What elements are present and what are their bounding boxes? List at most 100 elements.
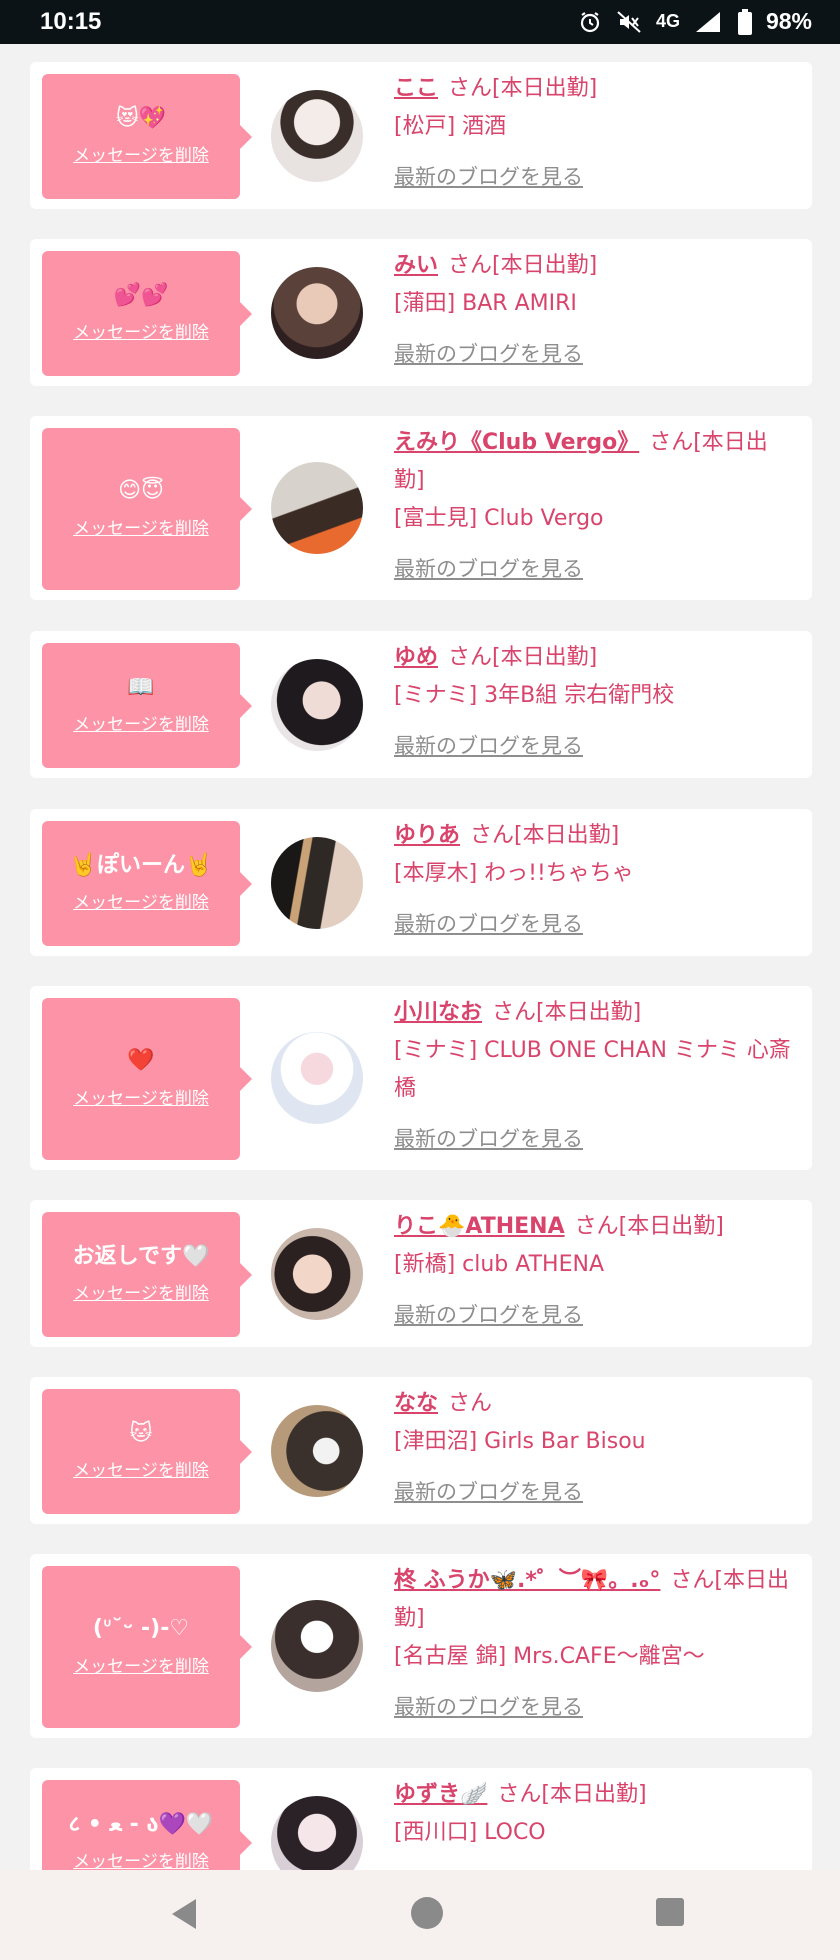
delete-message-link[interactable]: メッセージを削除 [73,710,209,735]
network-type: 4G [655,11,680,31]
message-card: 💕💕 メッセージを削除 みい さん[本日出勤] [蒲田] BAR AMIRI 最新… [30,239,812,386]
message-card: 🐱 メッセージを削除 なな さん [津田沼] Girls Bar Bisou 最新… [30,1377,812,1524]
navigation-bar [0,1870,840,1960]
message-bubble: (ᐡ˘ᵕ -)-♡ メッセージを削除 [42,1566,252,1728]
card-info: 柊 ふうか🦋.*゜︶🎀。.ₒ° さん[本日出勤] [名古屋 錦] Mrs.CAFE… [394,1562,794,1726]
cast-name-link[interactable]: りこ🐣ATHENA [394,1214,565,1239]
avatar[interactable] [271,837,363,929]
message-text: (ᐡ˘ᵕ -)-♡ [92,1616,190,1642]
status-bar: 10:15 4G 98% [0,0,840,44]
message-text: 📖 [127,674,155,700]
message-card: ❤️ メッセージを削除 小川なお さん[本日出勤] [ミナミ] CLUB ONE … [30,986,812,1170]
message-bubble: 📖 メッセージを削除 [42,643,252,768]
avatar[interactable] [271,267,363,359]
shop-name: [新橋] club ATHENA [394,1252,604,1277]
cast-name-link[interactable]: 小川なお [394,1000,482,1025]
message-bubble: ❤️ メッセージを削除 [42,998,252,1160]
latest-blog-link[interactable]: 最新のブログを見る [394,1296,794,1334]
latest-blog-link[interactable]: 最新のブログを見る [394,550,794,588]
delete-message-link[interactable]: メッセージを削除 [73,514,209,539]
shop-name: [松戸] 酒酒 [394,114,507,139]
avatar[interactable] [271,1032,363,1124]
shop-name: [富士見] Club Vergo [394,506,604,531]
latest-blog-link[interactable]: 最新のブログを見る [394,335,794,373]
cast-name-link[interactable]: なな [394,1391,438,1416]
latest-blog-link[interactable]: 最新のブログを見る [394,1688,794,1726]
status-icons: 4G 98% [578,8,812,35]
shop-name: [蒲田] BAR AMIRI [394,291,577,316]
cast-name-link[interactable]: えみり《Club Vergo》 [394,430,639,455]
card-info: えみり《Club Vergo》 さん[本日出勤] [富士見] Club Vergo… [394,424,794,588]
message-text: 💕💕 [113,282,169,308]
shop-name: [津田沼] Girls Bar Bisou [394,1429,646,1454]
delete-message-link[interactable]: メッセージを削除 [73,1279,209,1304]
shop-name: [ミナミ] 3年B組 宗右衛門校 [394,683,675,708]
signal-icon [694,10,724,34]
delete-message-link[interactable]: メッセージを削除 [73,1084,209,1109]
cast-name-link[interactable]: ゆりあ [394,823,460,848]
message-card: 😊😇 メッセージを削除 えみり《Club Vergo》 さん[本日出勤] [富士見… [30,416,812,600]
message-card: (ᐡ˘ᵕ -)-♡ メッセージを削除 柊 ふうか🦋.*゜︶🎀。.ₒ° さん[本日出… [30,1554,812,1738]
avatar[interactable] [271,90,363,182]
back-icon[interactable] [168,1896,200,1936]
cast-name-link[interactable]: ゆずき🪽 [394,1782,487,1807]
card-info: なな さん [津田沼] Girls Bar Bisou 最新のブログを見る [394,1385,794,1511]
card-info: みい さん[本日出勤] [蒲田] BAR AMIRI 最新のブログを見る [394,247,794,373]
mute-icon [616,10,642,34]
card-info: ここ さん[本日出勤] [松戸] 酒酒 最新のブログを見る [394,70,794,196]
delete-message-link[interactable]: メッセージを削除 [73,141,209,166]
delete-message-link[interactable]: メッセージを削除 [73,888,209,913]
cast-suffix: さん[本日出勤] [574,1214,724,1239]
status-time: 10:15 [40,8,102,35]
recents-icon[interactable] [655,1896,685,1932]
message-bubble: 💕💕 メッセージを削除 [42,251,252,376]
avatar[interactable] [271,462,363,554]
battery-icon [737,8,752,35]
card-info: ゆめ さん[本日出勤] [ミナミ] 3年B組 宗右衛門校 最新のブログを見る [394,639,794,765]
message-bubble: ८ • ﻌ - ა💜🤍 メッセージを削除 [42,1780,252,1870]
home-icon[interactable] [410,1896,444,1934]
cast-suffix: さん[本日出勤] [497,1782,647,1807]
avatar[interactable] [271,1405,363,1497]
avatar[interactable] [271,1600,363,1692]
shop-name: [名古屋 錦] Mrs.CAFE〜離宮〜 [394,1644,705,1669]
cast-suffix: さん [448,1391,493,1416]
latest-blog-link[interactable]: 最新のブログを見る [394,158,794,196]
delete-message-link[interactable]: メッセージを削除 [73,318,209,343]
cast-suffix: さん[本日出勤] [448,645,598,670]
message-bubble: 🤘ぽいーん🤘 メッセージを削除 [42,821,252,946]
latest-blog-link[interactable]: 最新のブログを見る [394,727,794,765]
delete-message-link[interactable]: メッセージを削除 [73,1456,209,1481]
message-bubble: 😻💖 メッセージを削除 [42,74,252,199]
message-text: 🤘ぽいーん🤘 [69,852,213,878]
cast-name-link[interactable]: ここ [394,76,438,101]
message-card: 😻💖 メッセージを削除 ここ さん[本日出勤] [松戸] 酒酒 最新のブログを見る [30,62,812,209]
card-info: 小川なお さん[本日出勤] [ミナミ] CLUB ONE CHAN ミナミ 心斎橋… [394,994,794,1158]
cast-name-link[interactable]: みい [394,253,438,278]
message-bubble: お返しです🤍 メッセージを削除 [42,1212,252,1337]
latest-blog-link[interactable]: 最新のブログを見る [394,1473,794,1511]
cast-name-link[interactable]: 柊 ふうか🦋.*゜︶🎀。.ₒ° [394,1568,660,1593]
delete-message-link[interactable]: メッセージを削除 [73,1652,209,1677]
alarm-icon [578,10,602,34]
cast-suffix: さん[本日出勤] [470,823,620,848]
message-card: 📖 メッセージを削除 ゆめ さん[本日出勤] [ミナミ] 3年B組 宗右衛門校 最… [30,631,812,778]
latest-blog-link[interactable]: 最新のブログを見る [394,905,794,943]
card-info: ゆりあ さん[本日出勤] [本厚木] わっ!!ちゃちゃ 最新のブログを見る [394,817,794,943]
avatar[interactable] [271,1796,363,1870]
card-info: ゆずき🪽さん[本日出勤] [西川口] LOCO 最新のブログを見る [394,1776,794,1870]
card-info: りこ🐣ATHENA さん[本日出勤] [新橋] club ATHENA 最新のブロ… [394,1208,794,1334]
shop-name: [本厚木] わっ!!ちゃちゃ [394,861,634,886]
message-card: ८ • ﻌ - ა💜🤍 メッセージを削除 ゆずき🪽 さん[本日出勤] [西川口] … [30,1768,812,1870]
message-text: 🐱 [129,1420,153,1446]
cast-name-link[interactable]: ゆめ [394,645,438,670]
message-text: 😊😇 [118,478,164,504]
message-text: 😻💖 [115,105,167,131]
latest-blog-link[interactable]: 最新のブログを見る [394,1120,794,1158]
cast-suffix: さん[本日出勤] [448,76,598,101]
avatar[interactable] [271,659,363,751]
cast-suffix: さん[本日出勤] [448,253,598,278]
delete-message-link[interactable]: メッセージを削除 [73,1847,209,1870]
message-bubble: 😊😇 メッセージを削除 [42,428,252,590]
avatar[interactable] [271,1228,363,1320]
